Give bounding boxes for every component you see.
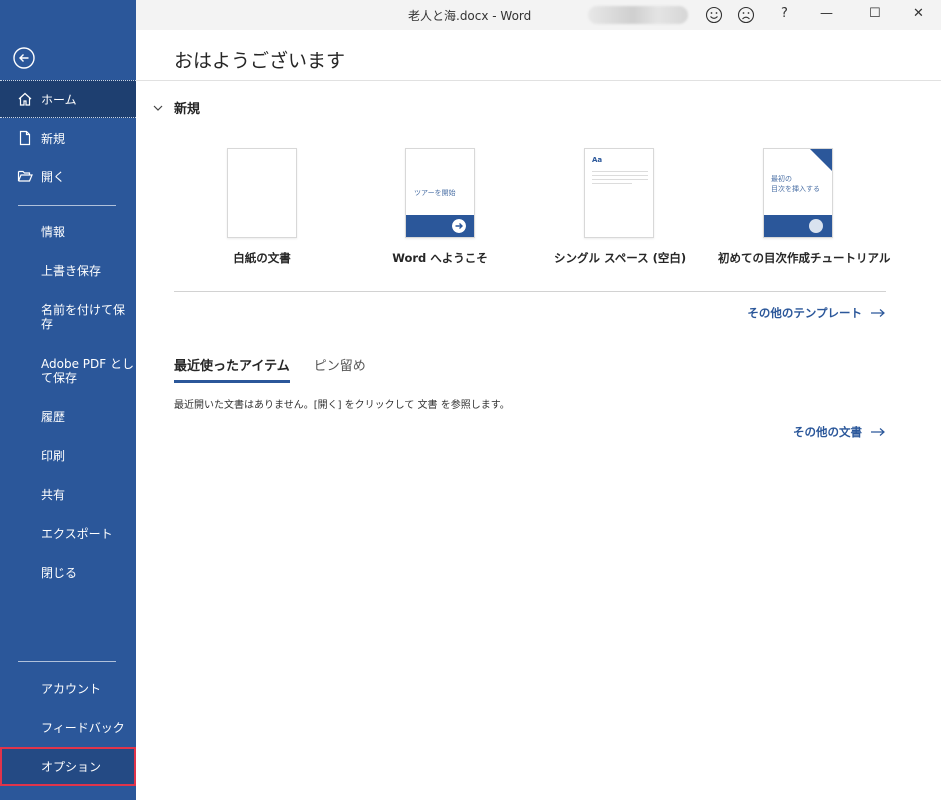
- nav-share-label: 共有: [41, 488, 66, 502]
- home-icon: [18, 92, 32, 106]
- arrow-right-icon: [452, 219, 466, 233]
- template-single-spaced[interactable]: Aa: [584, 148, 654, 238]
- nav-home-label: ホーム: [41, 92, 77, 107]
- nav-close-label: 閉じる: [41, 566, 78, 580]
- title-bar: 老人と海.docx - Word ? — ☐ ✕: [136, 0, 941, 30]
- sidebar-separator: [18, 205, 116, 206]
- nav-close[interactable]: 閉じる: [0, 565, 136, 581]
- window-title: 老人と海.docx - Word: [408, 9, 532, 23]
- nav-feedback[interactable]: フィードバック: [0, 720, 136, 736]
- new-section-title: 新規: [174, 102, 201, 117]
- more-templates-label: その他のテンプレート: [747, 306, 862, 320]
- nav-options-label: オプション: [41, 759, 102, 774]
- template-ribbon-corner: [810, 149, 832, 171]
- template-welcome-to-word[interactable]: ツアーを開始: [405, 148, 475, 238]
- recent-tabs: 最近使ったアイテム ピン留め: [174, 355, 390, 383]
- folder-open-icon: [17, 170, 33, 182]
- more-documents-label: その他の文書: [793, 425, 862, 439]
- nav-new-label: 新規: [41, 131, 66, 146]
- nav-save-as-label: 名前を付けて保 存: [41, 303, 126, 331]
- nav-feedback-label: フィードバック: [41, 721, 125, 735]
- nav-share[interactable]: 共有: [0, 487, 136, 503]
- template-line: [592, 179, 648, 180]
- template-single-spaced-label[interactable]: シングル スペース (空白): [554, 250, 686, 266]
- nav-home[interactable]: ホーム: [0, 80, 136, 118]
- arrow-right-icon: [871, 309, 885, 317]
- more-documents-link[interactable]: その他の文書: [793, 424, 886, 440]
- templates-divider: [174, 291, 886, 292]
- chevron-down-icon: [153, 105, 163, 111]
- no-recent-documents-message: 最近開いた文書はありません。[開く] をクリックして 文書 を参照します。: [174, 400, 510, 411]
- nav-export[interactable]: エクスポート: [0, 526, 136, 542]
- table-of-contents-icon: [809, 219, 823, 233]
- close-button[interactable]: ✕: [913, 6, 924, 21]
- smile-icon[interactable]: [705, 6, 723, 24]
- maximize-button[interactable]: ☐: [869, 6, 881, 21]
- nav-account-label: アカウント: [41, 682, 102, 696]
- nav-options[interactable]: オプション: [0, 747, 136, 786]
- nav-print-label: 印刷: [41, 449, 66, 463]
- sidebar-separator: [18, 661, 116, 662]
- nav-open[interactable]: 開く: [0, 166, 136, 186]
- template-blank-document[interactable]: [227, 148, 297, 238]
- arrow-right-icon: [871, 428, 885, 436]
- template-line: [592, 175, 648, 176]
- back-arrow-icon[interactable]: [12, 46, 36, 70]
- template-toc-label[interactable]: 初めての目次作成チュートリアル: [718, 250, 890, 266]
- nav-save[interactable]: 上書き保存: [0, 263, 136, 279]
- greeting-heading: おはようございます: [174, 50, 346, 72]
- nav-save-as[interactable]: 名前を付けて保 存: [0, 302, 136, 332]
- template-toc-text: 最初の 目次を挿入する: [771, 175, 820, 193]
- nav-save-adobe-pdf[interactable]: Adobe PDF とし て保存: [0, 356, 136, 386]
- template-welcome-label[interactable]: Word へようこそ: [380, 250, 500, 266]
- template-line: [592, 171, 648, 172]
- nav-export-label: エクスポート: [41, 527, 113, 541]
- nav-open-label: 開く: [41, 169, 66, 184]
- more-templates-link[interactable]: その他のテンプレート: [747, 305, 886, 321]
- template-aa-text: Aa: [592, 156, 603, 164]
- nav-new[interactable]: 新規: [0, 128, 136, 148]
- tab-recent[interactable]: 最近使ったアイテム: [174, 355, 290, 383]
- nav-save-label: 上書き保存: [41, 264, 102, 278]
- nav-history[interactable]: 履歴: [0, 409, 136, 425]
- nav-history-label: 履歴: [41, 410, 66, 424]
- frown-icon[interactable]: [737, 6, 755, 24]
- nav-print[interactable]: 印刷: [0, 448, 136, 464]
- account-area[interactable]: [588, 6, 688, 24]
- nav-info-label: 情報: [41, 225, 66, 239]
- nav-account[interactable]: アカウント: [0, 681, 136, 697]
- template-blank-label[interactable]: 白紙の文書: [200, 250, 324, 266]
- help-button[interactable]: ?: [781, 6, 788, 21]
- minimize-button[interactable]: —: [820, 6, 833, 21]
- template-toc-tutorial[interactable]: 最初の 目次を挿入する: [763, 148, 833, 238]
- header-divider: [136, 80, 941, 81]
- nav-info[interactable]: 情報: [0, 224, 136, 240]
- new-document-icon: [19, 130, 31, 146]
- new-section-header[interactable]: 新規: [152, 98, 200, 117]
- tab-pinned[interactable]: ピン留め: [314, 355, 366, 383]
- template-tour-text: ツアーを開始: [414, 189, 456, 197]
- template-line: [592, 183, 632, 184]
- backstage-sidebar: ホーム 新規 開く 情報 上書き保存 名前を付けて保 存 Adobe PDF と…: [0, 0, 136, 800]
- nav-save-adobe-pdf-label: Adobe PDF とし て保存: [41, 357, 134, 385]
